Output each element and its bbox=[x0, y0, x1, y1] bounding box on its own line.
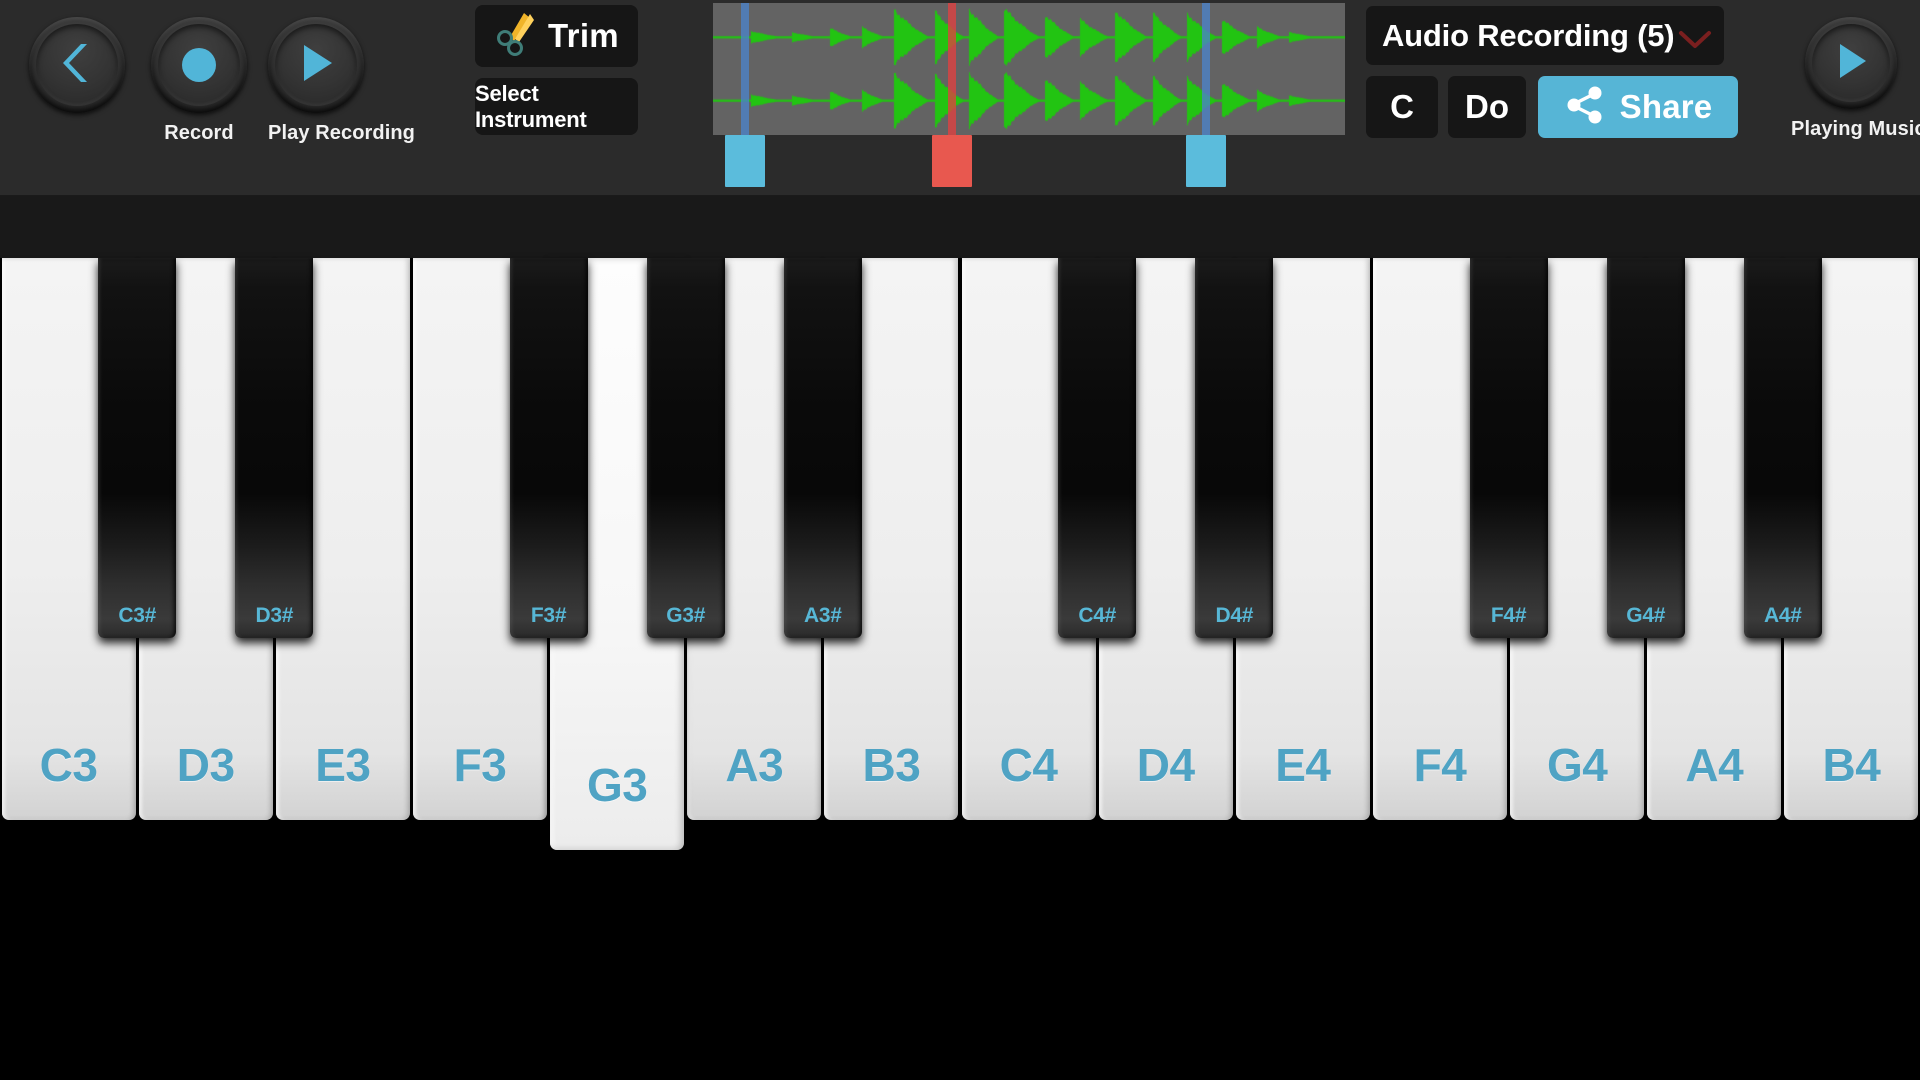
top-toolbar: Record Play Recording Trim Select Instru… bbox=[0, 0, 1920, 196]
chevron-left-icon bbox=[57, 40, 97, 91]
trim-label: Trim bbox=[548, 17, 619, 54]
black-key-label: D3# bbox=[255, 604, 294, 627]
black-key-d4-sharp[interactable]: D4# bbox=[1195, 258, 1274, 638]
white-key-label: G3 bbox=[586, 759, 648, 811]
black-key-label: A4# bbox=[1764, 604, 1802, 627]
black-key-label: G4# bbox=[1626, 604, 1666, 627]
white-key-label: G4 bbox=[1546, 739, 1608, 791]
white-key-label: D4 bbox=[1136, 739, 1195, 791]
do-label: Do bbox=[1465, 88, 1509, 125]
trim-button[interactable]: Trim bbox=[475, 5, 638, 67]
white-key-label: A3 bbox=[725, 739, 784, 791]
white-key-label: D3 bbox=[176, 739, 235, 791]
do-button[interactable]: Do bbox=[1448, 76, 1526, 138]
playhead-handle[interactable] bbox=[931, 135, 972, 187]
select-instrument-label: Select Instrument bbox=[475, 80, 587, 132]
select-instrument-button[interactable]: Select Instrument bbox=[475, 78, 638, 135]
piano-keyboard: C3 D3 E3 F3 G3 A3 B3 C4 D4 E4 F4 G4 A4 B4 C3# D3# F3# G3#… bbox=[0, 258, 1920, 960]
share-button[interactable]: Share bbox=[1538, 76, 1738, 138]
play-recording-button[interactable]: Play Recording bbox=[268, 17, 415, 145]
record-dot-icon bbox=[182, 48, 216, 82]
black-key-label: A3# bbox=[804, 604, 842, 627]
black-key-f3-sharp[interactable]: F3# bbox=[509, 258, 588, 638]
c-label: C bbox=[1390, 88, 1414, 125]
play-recording-label: Play Recording bbox=[268, 122, 415, 144]
black-key-f4-sharp[interactable]: F4# bbox=[1469, 258, 1548, 638]
trim-end-line bbox=[1201, 3, 1210, 135]
back-button[interactable] bbox=[29, 17, 125, 113]
white-key-label: A4 bbox=[1685, 739, 1744, 791]
chevron-down-icon bbox=[1678, 30, 1712, 55]
playhead-line bbox=[947, 3, 956, 135]
black-key-a3-sharp[interactable]: A3# bbox=[783, 258, 862, 638]
playing-music-label: Playing Music bbox=[1791, 118, 1920, 140]
recording-title-dropdown[interactable]: Audio Recording (5) bbox=[1366, 6, 1724, 65]
trim-start-handle[interactable] bbox=[724, 135, 765, 187]
waveform-panel[interactable] bbox=[713, 3, 1345, 187]
share-label: Share bbox=[1619, 88, 1713, 125]
play-triangle-icon bbox=[295, 41, 337, 90]
waveform-display[interactable] bbox=[713, 3, 1345, 135]
white-key-label: C4 bbox=[999, 739, 1058, 791]
playing-music-button[interactable]: Playing Music bbox=[1791, 17, 1920, 141]
black-key-label: C4# bbox=[1078, 604, 1116, 627]
piano-app-window: Record Play Recording Trim Select Instru… bbox=[0, 0, 1920, 1080]
record-label: Record bbox=[164, 122, 234, 144]
black-key-label: F4# bbox=[1490, 604, 1527, 627]
black-key-c4-sharp[interactable]: C4# bbox=[1058, 258, 1137, 638]
black-key-a4-sharp[interactable]: A4# bbox=[1743, 258, 1822, 638]
white-key-label: E4 bbox=[1275, 739, 1331, 791]
black-key-label: C3# bbox=[118, 604, 156, 627]
black-key-g4-sharp[interactable]: G4# bbox=[1606, 258, 1685, 638]
play-triangle-icon bbox=[1831, 40, 1871, 87]
record-button[interactable]: Record bbox=[151, 17, 247, 145]
black-key-label: D4# bbox=[1215, 604, 1254, 627]
black-key-g3-sharp[interactable]: G3# bbox=[646, 258, 725, 638]
trim-end-handle[interactable] bbox=[1185, 135, 1226, 187]
white-key-label: B4 bbox=[1822, 739, 1881, 791]
trim-start-line bbox=[740, 3, 749, 135]
white-key-label: F4 bbox=[1413, 739, 1467, 791]
white-key-label: F3 bbox=[453, 739, 507, 791]
white-key-label: C3 bbox=[39, 739, 98, 791]
white-key-label: B3 bbox=[862, 739, 921, 791]
black-key-d3-sharp[interactable]: D3# bbox=[235, 258, 314, 638]
black-key-label: G3# bbox=[666, 604, 706, 627]
scissors-icon bbox=[494, 11, 538, 62]
toolbar-divider bbox=[0, 196, 1920, 258]
share-nodes-icon bbox=[1564, 84, 1606, 131]
black-key-label: F3# bbox=[530, 604, 567, 627]
c-button[interactable]: C bbox=[1366, 76, 1438, 138]
recording-title-label: Audio Recording (5) bbox=[1382, 17, 1675, 53]
black-key-c3-sharp[interactable]: C3# bbox=[98, 258, 177, 638]
white-key-label: E3 bbox=[315, 739, 371, 791]
